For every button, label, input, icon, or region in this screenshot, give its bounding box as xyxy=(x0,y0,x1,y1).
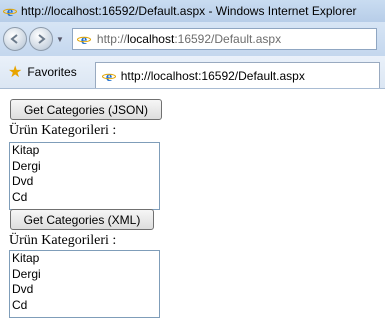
list-item[interactable]: Dvd xyxy=(10,282,159,298)
get-categories-xml-button[interactable]: Get Categories (XML) xyxy=(10,209,154,230)
tab-title: http://localhost:16592/Default.aspx xyxy=(120,68,305,83)
window-title-bar: e http://localhost:16592/Default.aspx - … xyxy=(0,0,385,22)
svg-text:e: e xyxy=(81,33,87,46)
list-item[interactable]: Cd xyxy=(10,190,159,206)
favorites-star-icon: ★ xyxy=(8,64,23,81)
list-item[interactable]: Dergi xyxy=(10,159,159,175)
ie-logo-icon: e xyxy=(76,32,91,46)
address-bar[interactable]: e http://localhost:16592/Default.aspx xyxy=(71,28,377,50)
window-title: http://localhost:16592/Default.aspx - Wi… xyxy=(21,4,357,18)
favorites-button[interactable]: ★ Favorites xyxy=(8,60,87,84)
json-categories-label: Ürün Kategorileri : xyxy=(9,123,117,138)
recent-pages-dropdown[interactable]: ▼ xyxy=(56,35,64,44)
list-item[interactable]: Kitap xyxy=(10,251,159,267)
svg-text:e: e xyxy=(106,70,112,83)
json-categories-listbox[interactable]: Kitap Dergi Dvd Cd xyxy=(9,142,160,210)
address-host: localhost xyxy=(126,32,175,46)
page-content: Get Categories (JSON) Ürün Kategorileri … xyxy=(0,89,385,331)
ie-logo-icon: e xyxy=(3,4,17,18)
list-item[interactable]: Dergi xyxy=(10,267,159,283)
get-categories-json-button[interactable]: Get Categories (JSON) xyxy=(10,99,162,120)
navigation-bar: ▼ e http://localhost:16592/Default.aspx xyxy=(0,22,385,56)
xml-categories-label: Ürün Kategorileri : xyxy=(9,233,117,248)
list-item[interactable]: Dvd xyxy=(10,174,159,190)
favorites-label: Favorites xyxy=(27,65,77,79)
forward-button[interactable] xyxy=(29,27,53,51)
back-arrow-icon xyxy=(10,34,18,44)
back-button[interactable] xyxy=(3,27,27,51)
address-prefix: http:// xyxy=(96,32,127,46)
svg-text:e: e xyxy=(7,5,13,18)
forward-arrow-icon xyxy=(38,34,46,44)
favorites-bar: ★ Favorites e http://localhost:16592/Def… xyxy=(0,56,385,89)
list-item[interactable]: Cd xyxy=(10,298,159,314)
address-path: :16592/Default.aspx xyxy=(174,32,282,46)
list-item[interactable]: Kitap xyxy=(10,143,159,159)
xml-categories-listbox[interactable]: Kitap Dergi Dvd Cd xyxy=(9,250,160,318)
browser-tab[interactable]: e http://localhost:16592/Default.aspx xyxy=(94,62,380,88)
ie-logo-icon: e xyxy=(101,69,116,83)
